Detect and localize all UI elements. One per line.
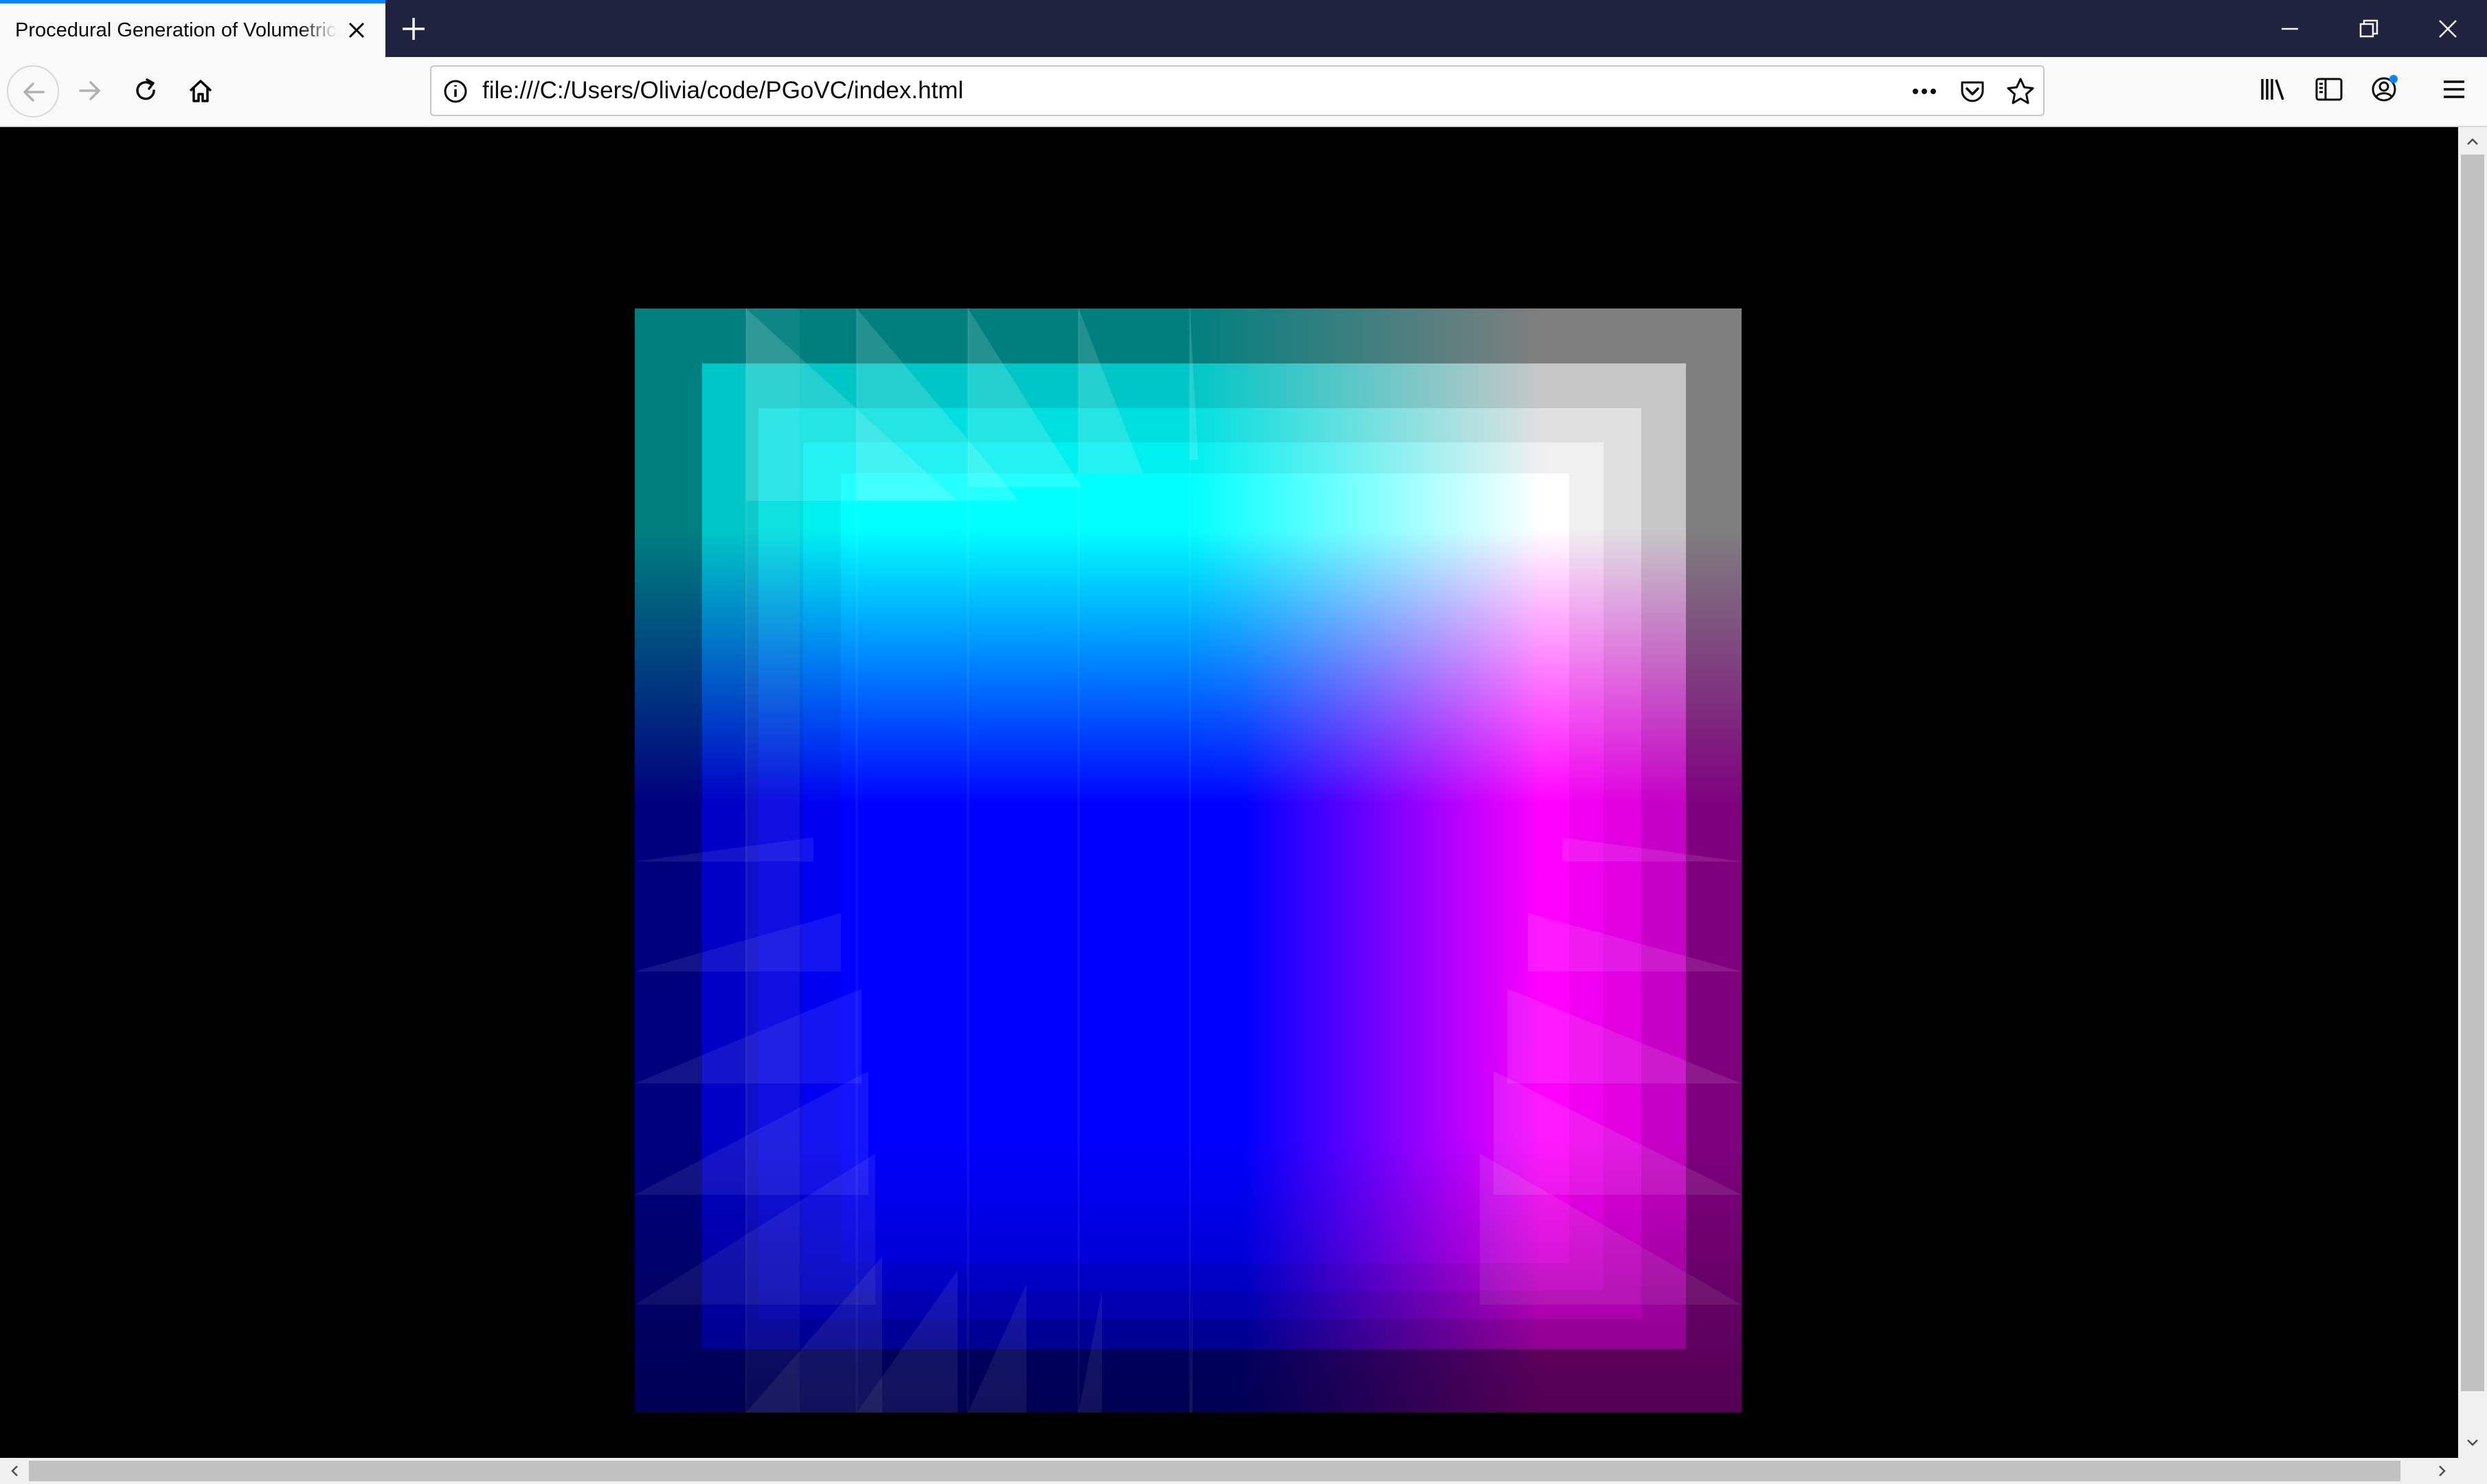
scroll-left-icon[interactable] <box>4 1461 25 1481</box>
vertical-scrollbar[interactable] <box>2458 127 2487 1458</box>
library-icon[interactable] <box>2257 72 2291 106</box>
restore-icon <box>2359 19 2378 38</box>
tab-title: Procedural Generation of Volumetric Clou… <box>15 19 338 41</box>
site-info-icon[interactable] <box>440 76 471 107</box>
account-notification-dot <box>2389 75 2398 83</box>
close-icon <box>2439 20 2457 38</box>
tab-active[interactable]: Procedural Generation of Volumetric Clou… <box>0 0 385 57</box>
forward-arrow-icon <box>79 81 100 100</box>
close-window-button[interactable] <box>2408 0 2487 57</box>
address-bar[interactable]: file:///C:/Users/Olivia/code/PGoVC/index… <box>430 65 2045 116</box>
home-icon <box>189 80 212 102</box>
bookmark-star-icon[interactable] <box>2005 76 2036 107</box>
forward-button[interactable] <box>65 65 117 117</box>
home-button[interactable] <box>175 65 227 117</box>
minimize-icon <box>2282 27 2298 30</box>
scroll-up-icon[interactable] <box>2462 131 2483 152</box>
reload-icon <box>136 78 155 100</box>
tab-strip: Procedural Generation of Volumetric Clou… <box>0 0 2487 57</box>
vertical-scroll-thumb[interactable] <box>2461 155 2484 1391</box>
reload-button[interactable] <box>120 65 172 117</box>
restore-button[interactable] <box>2329 0 2408 57</box>
scroll-down-icon[interactable] <box>2462 1432 2483 1453</box>
account-icon[interactable] <box>2367 72 2401 106</box>
page-actions-icon[interactable] <box>1909 76 1940 107</box>
back-button[interactable] <box>7 65 59 117</box>
back-arrow-icon <box>23 82 45 102</box>
minimize-button[interactable] <box>2250 0 2329 57</box>
horizontal-scroll-thumb[interactable] <box>29 1461 2400 1481</box>
volumetric-render-canvas[interactable] <box>635 308 1742 1413</box>
new-tab-icon[interactable] <box>397 12 430 45</box>
tab-close-icon[interactable] <box>342 16 371 45</box>
navigation-toolbar: file:///C:/Users/Olivia/code/PGoVC/index… <box>0 57 2487 127</box>
scroll-right-icon[interactable] <box>2432 1461 2453 1481</box>
pocket-icon[interactable] <box>1957 76 1988 107</box>
url-text[interactable]: file:///C:/Users/Olivia/code/PGoVC/index… <box>482 67 963 115</box>
sidebar-icon[interactable] <box>2312 72 2346 106</box>
horizontal-scrollbar[interactable] <box>0 1458 2487 1484</box>
menu-icon[interactable] <box>2437 72 2471 106</box>
page-content <box>0 127 2458 1458</box>
